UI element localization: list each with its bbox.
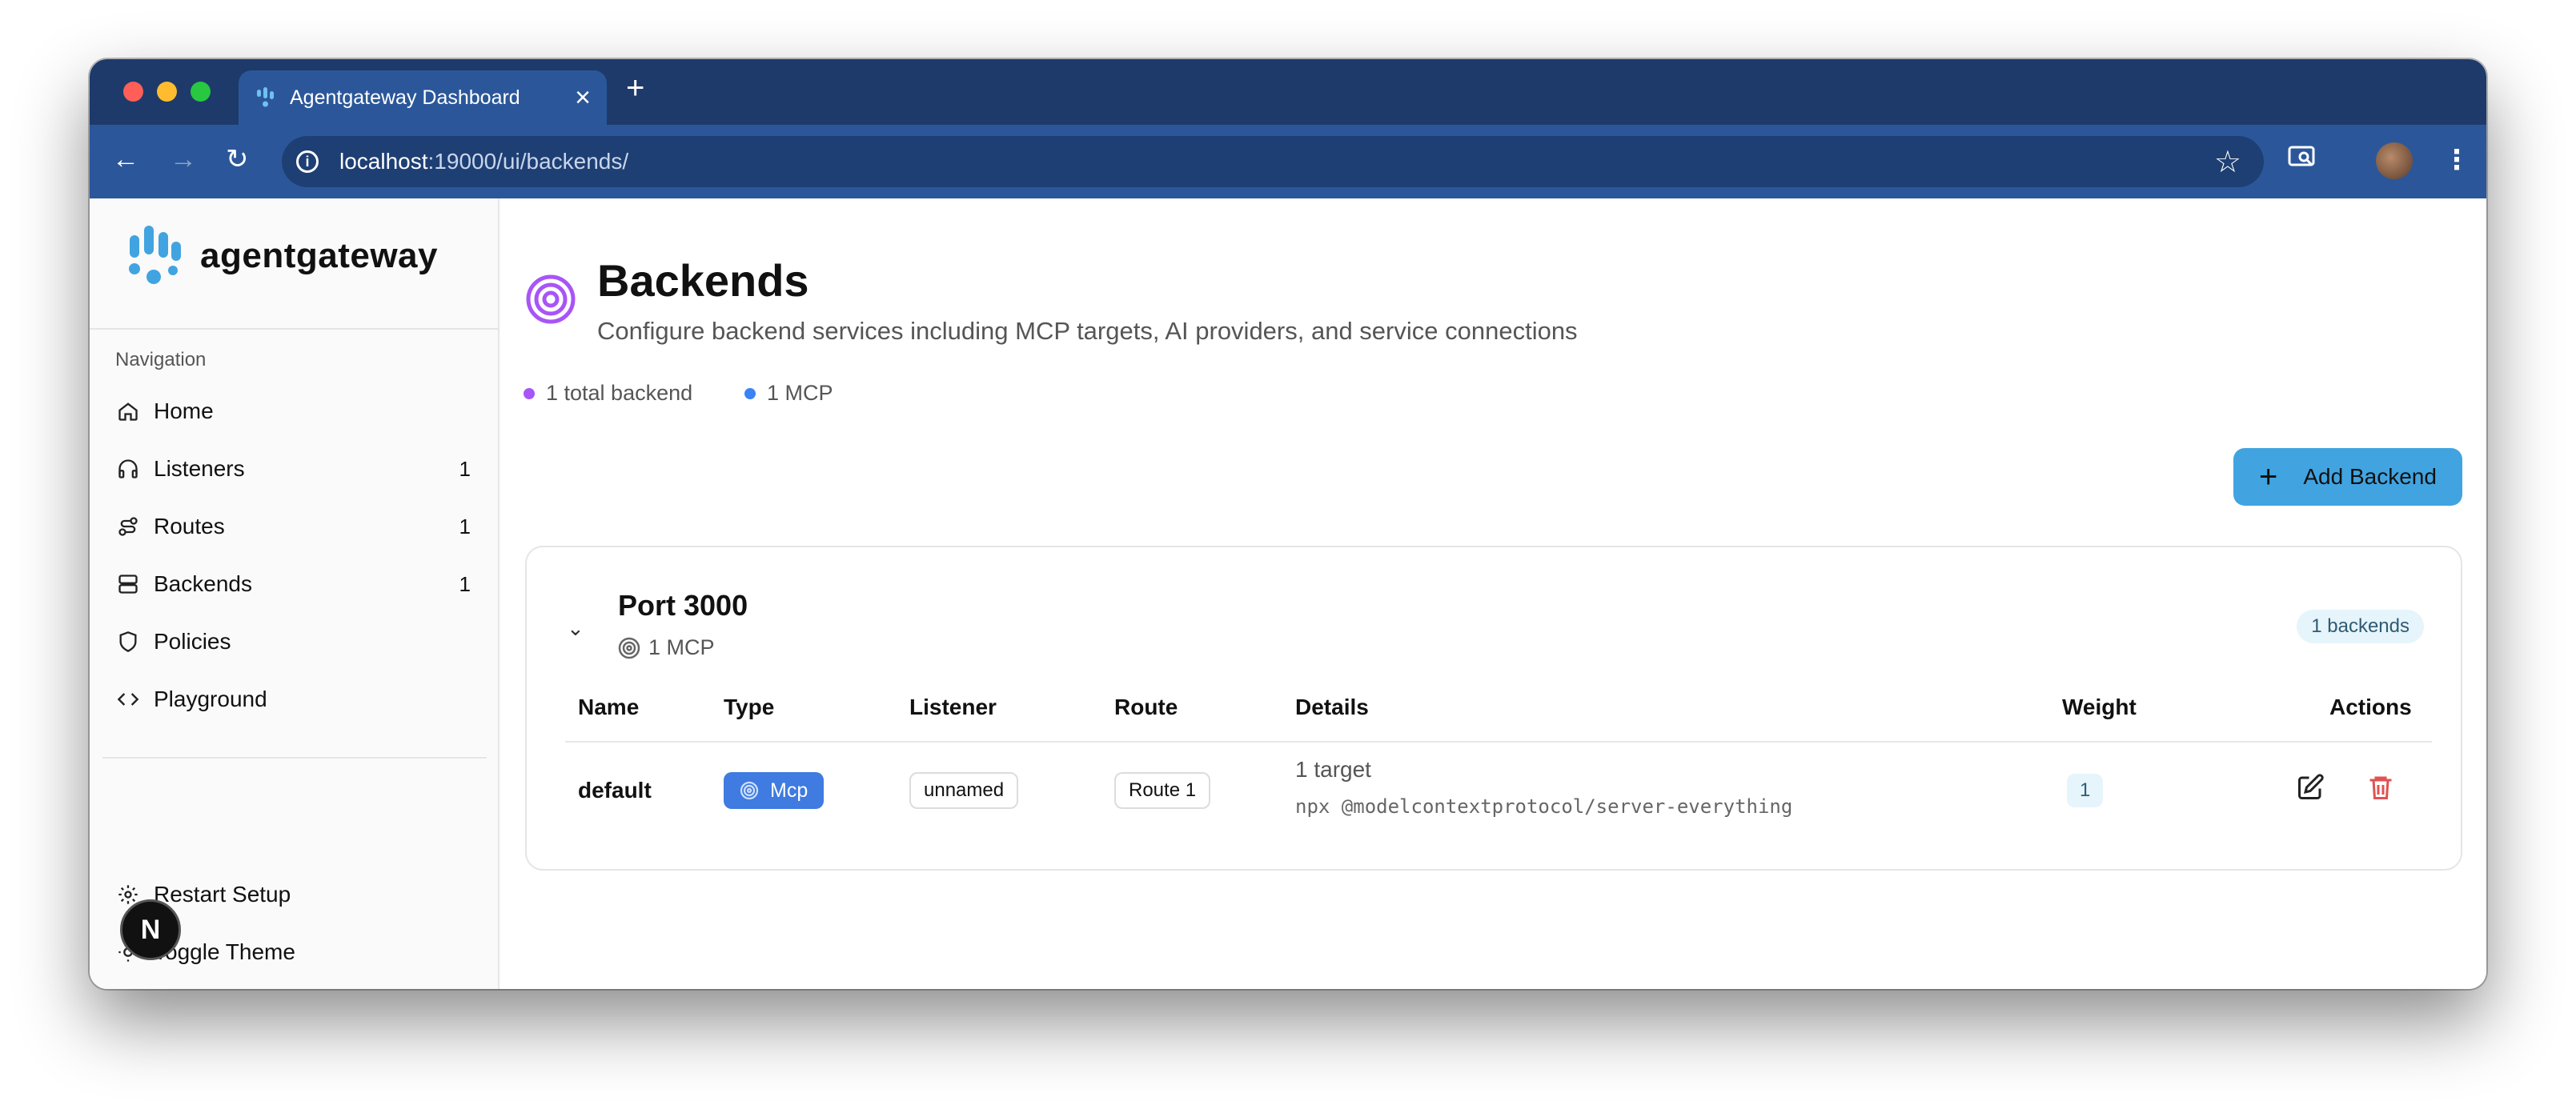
sidebar-divider xyxy=(102,757,487,759)
status-dot xyxy=(744,387,756,399)
sidebar-item-listeners[interactable]: Listeners 1 xyxy=(115,446,471,491)
headphones-icon xyxy=(115,456,141,482)
type-badge: Mcp xyxy=(724,772,825,809)
tab-title: Agentgateway Dashboard xyxy=(290,86,520,109)
sidebar-item-label: Backends xyxy=(154,571,252,596)
shield-icon xyxy=(115,629,141,655)
backend-count-badge: 1 backends xyxy=(2297,610,2424,643)
url-host: localhost xyxy=(339,149,428,174)
sidebar: agentgateway Navigation Home Listeners 1… xyxy=(90,198,500,989)
page-title: Backends xyxy=(597,255,809,306)
close-tab-icon[interactable]: × xyxy=(575,84,591,111)
profile-avatar[interactable] xyxy=(2376,142,2413,179)
url-path: :19000/ui/backends/ xyxy=(427,149,629,174)
sidebar-item-home[interactable]: Home xyxy=(115,389,471,434)
window-controls xyxy=(123,82,211,102)
target-icon xyxy=(525,274,576,329)
column-header-listener: Listener xyxy=(909,695,997,719)
bookmark-star-icon[interactable]: ☆ xyxy=(2214,144,2241,180)
browser-toolbar: ← → ↻ i localhost :19000/ui/backends/ ☆ … xyxy=(90,125,2486,198)
chevron-down-icon[interactable]: ⌄ xyxy=(567,616,584,641)
trash-icon[interactable] xyxy=(2366,773,2395,806)
maximize-window-button[interactable] xyxy=(191,82,211,102)
minimize-window-button[interactable] xyxy=(157,82,177,102)
main-content: Backends Configure backend services incl… xyxy=(500,198,2486,989)
backend-group-card: ⌄ Port 3000 1 MCP 1 backends Name Type L… xyxy=(525,546,2462,871)
type-badge-label: Mcp xyxy=(770,779,809,802)
browser-window: Agentgateway Dashboard × + ← → ↻ i local… xyxy=(90,59,2486,989)
sidebar-item-count: 1 xyxy=(459,514,471,538)
details-command: npx @modelcontextprotocol/server-everyth… xyxy=(1295,795,1793,818)
group-title[interactable]: Port 3000 xyxy=(618,589,748,623)
back-icon[interactable]: ← xyxy=(112,146,139,173)
add-backend-button[interactable]: + Add Backend xyxy=(2233,448,2462,506)
add-backend-label: Add Backend xyxy=(2303,464,2437,489)
stat-mcp: 1 MCP xyxy=(744,381,833,406)
column-header-type: Type xyxy=(724,695,775,719)
server-icon xyxy=(115,571,141,597)
group-subtitle-text: 1 MCP xyxy=(648,635,715,659)
stat-label: 1 MCP xyxy=(767,381,833,405)
weight-badge: 1 xyxy=(2067,774,2104,807)
route-pill: Route 1 xyxy=(1114,772,1211,809)
agentgateway-favicon-icon xyxy=(257,87,274,107)
column-header-route: Route xyxy=(1114,695,1178,719)
nextjs-dev-badge[interactable]: N xyxy=(120,899,181,960)
route-icon xyxy=(115,514,141,539)
sidebar-item-label: Toggle Theme xyxy=(154,939,295,964)
edit-icon[interactable] xyxy=(2296,773,2325,806)
nav-section-label: Navigation xyxy=(115,349,207,370)
home-icon xyxy=(115,398,141,424)
column-header-name: Name xyxy=(578,695,640,719)
sidebar-item-playground[interactable]: Playground xyxy=(115,677,471,722)
details-target-count: 1 target xyxy=(1295,757,1371,782)
sidebar-item-label: Home xyxy=(154,398,214,423)
sidebar-item-count: 1 xyxy=(459,456,471,481)
column-header-actions: Actions xyxy=(2329,695,2412,719)
brand[interactable]: agentgateway xyxy=(126,224,438,288)
reload-icon[interactable]: ↻ xyxy=(226,146,249,173)
plus-icon: + xyxy=(2259,459,2278,494)
stat-label: 1 total backend xyxy=(546,381,693,405)
group-subtitle: 1 MCP xyxy=(618,635,715,660)
target-small-icon xyxy=(618,637,640,659)
browser-tab[interactable]: Agentgateway Dashboard × xyxy=(239,70,607,125)
close-window-button[interactable] xyxy=(123,82,143,102)
sidebar-item-label: Playground xyxy=(154,687,267,711)
sidebar-item-label: Policies xyxy=(154,629,231,654)
forward-icon[interactable]: → xyxy=(170,146,197,173)
sidebar-item-routes[interactable]: Routes 1 xyxy=(115,504,471,549)
site-info-icon[interactable]: i xyxy=(296,150,319,173)
sidebar-item-label: Listeners xyxy=(154,456,245,481)
sidebar-item-label: Routes xyxy=(154,514,225,538)
new-tab-icon[interactable]: + xyxy=(626,72,644,104)
table-header-divider xyxy=(565,741,2432,743)
page-subtitle: Configure backend services including MCP… xyxy=(597,317,1578,345)
sidebar-item-count: 1 xyxy=(459,571,471,596)
sidebar-item-policies[interactable]: Policies xyxy=(115,619,471,664)
sidebar-divider xyxy=(90,328,500,330)
cast-search-icon[interactable] xyxy=(2288,144,2317,176)
stat-total-backends: 1 total backend xyxy=(524,381,692,406)
sidebar-item-label: Restart Setup xyxy=(154,882,291,907)
target-badge-icon xyxy=(740,781,759,800)
more-menu-icon[interactable]: ⋮ xyxy=(2443,144,2470,176)
listener-pill: unnamed xyxy=(909,772,1019,809)
title-bar: Agentgateway Dashboard × + xyxy=(90,59,2486,125)
status-dot xyxy=(524,387,535,399)
column-header-details: Details xyxy=(1295,695,1369,719)
brand-name: agentgateway xyxy=(200,236,438,275)
backend-name: default xyxy=(578,778,652,803)
agentgateway-logo-icon xyxy=(129,226,181,284)
column-header-weight: Weight xyxy=(2062,695,2137,719)
code-icon xyxy=(115,687,141,712)
address-bar[interactable]: i localhost :19000/ui/backends/ ☆ xyxy=(282,136,2264,187)
sidebar-item-backends[interactable]: Backends 1 xyxy=(115,562,471,607)
